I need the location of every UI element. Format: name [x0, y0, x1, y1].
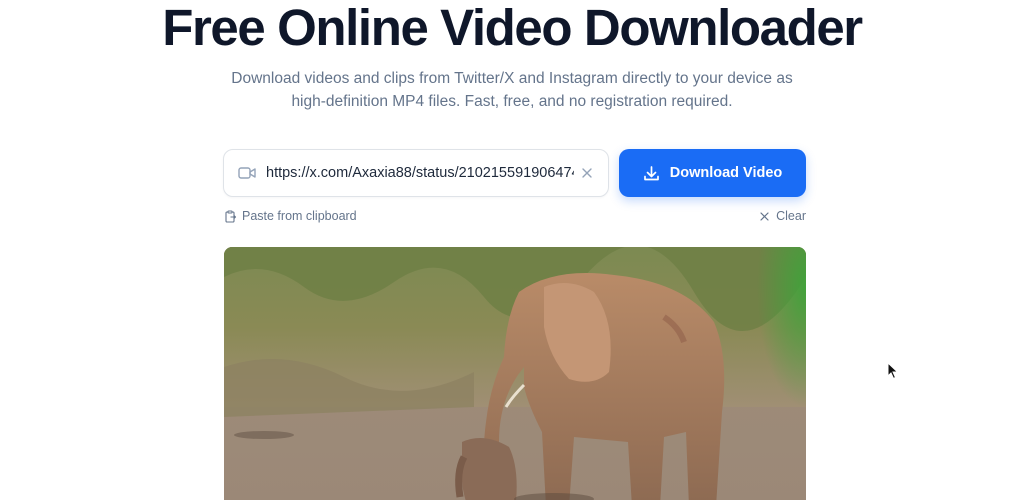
page: Free Online Video Downloader Download vi…	[0, 0, 1024, 500]
video-thumbnail-image	[224, 247, 806, 500]
page-subtitle: Download videos and clips from Twitter/X…	[231, 70, 793, 110]
url-input[interactable]	[266, 165, 574, 181]
video-camera-icon	[238, 166, 256, 180]
clipboard-icon	[224, 209, 237, 223]
download-button-label: Download Video	[669, 165, 783, 181]
download-video-button[interactable]: Download Video	[619, 149, 806, 197]
page-title: Free Online Video Downloader	[162, 0, 863, 56]
paste-label: Paste from clipboard	[242, 209, 357, 223]
download-icon	[643, 165, 660, 182]
mouse-cursor-icon	[887, 361, 899, 380]
close-icon[interactable]	[580, 166, 594, 180]
clear-label: Clear	[776, 209, 806, 223]
clear-link[interactable]: Clear	[758, 209, 806, 223]
video-preview[interactable]	[224, 247, 806, 500]
close-icon	[758, 210, 771, 223]
url-input-box[interactable]	[223, 149, 609, 197]
paste-from-clipboard-link[interactable]: Paste from clipboard	[224, 209, 357, 223]
